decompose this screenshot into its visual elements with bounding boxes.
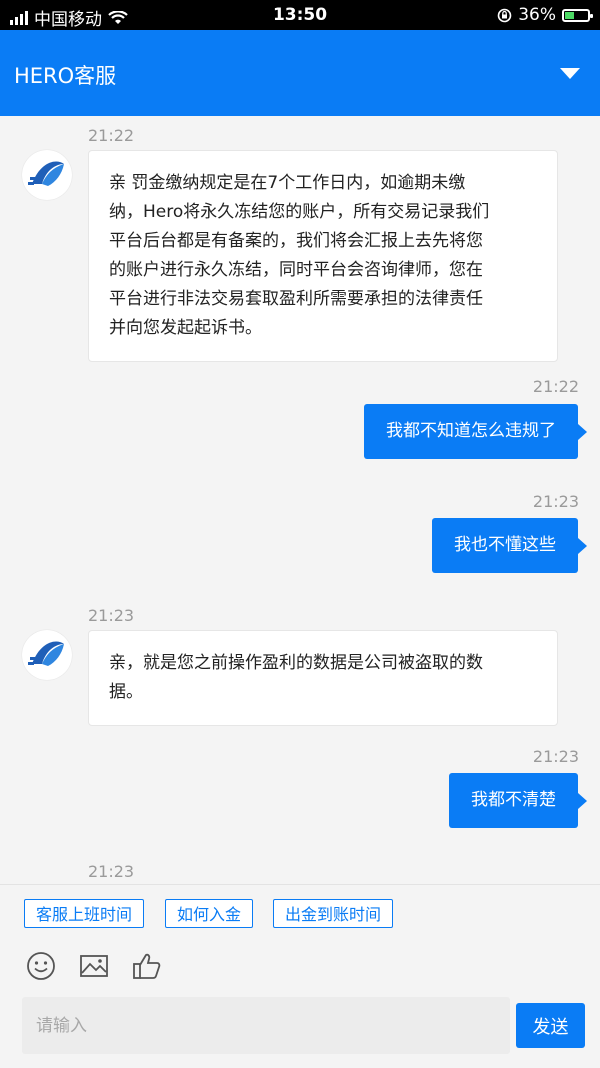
chat-area[interactable]: 21:22 亲 罚金缴纳规定是在7个工作日内，如逾期未缴 纳，Hero将永久冻结… (0, 116, 600, 884)
message-timestamp: 21:23 (532, 492, 579, 511)
message-line: 据。 (109, 682, 143, 702)
agent-avatar-icon[interactable] (22, 630, 72, 680)
user-message: 我都不知道怎么违规了 (364, 404, 587, 459)
message-timestamp: 21:23 (532, 747, 579, 766)
header-title: HERO客服 (14, 64, 117, 88)
user-message: 我也不懂这些 (432, 518, 587, 573)
message-line: 平台进行非法交易套取盈利所需要承担的法律责任 (109, 289, 483, 309)
message-line: 平台后台都是有备案的，我们将会汇报上去先将您 (109, 231, 483, 251)
emoji-icon[interactable] (26, 951, 56, 981)
message-line: 亲 罚金缴纳规定是在7个工作日内，如逾期未缴 (109, 173, 466, 193)
message-line: 纳，Hero将永久冻结您的账户，所有交易记录我们 (109, 202, 490, 222)
quick-reply-button[interactable]: 如何入金 (165, 899, 254, 928)
status-bar: 中国移动 13:50 36% (0, 0, 600, 30)
battery-percent: 36% (518, 5, 556, 25)
message-line: 并向您发起起诉书。 (109, 318, 262, 338)
agent-avatar-icon[interactable] (22, 150, 72, 200)
message-line: 的账户进行永久冻结，同时平台会咨询律师，您在 (109, 260, 483, 280)
quick-reply-button[interactable]: 出金到账时间 (273, 899, 394, 928)
status-right: 36% (497, 5, 593, 25)
message-timestamp: 21:23 (88, 862, 135, 881)
message-timestamp: 21:22 (532, 377, 579, 396)
agent-message: 亲，就是您之前操作盈利的数据是公司被盗取的数 据。 (88, 630, 558, 726)
dropdown-caret-icon[interactable] (560, 68, 580, 79)
message-timestamp: 21:22 (88, 126, 135, 145)
message-timestamp: 21:23 (88, 606, 135, 625)
rotation-lock-icon (497, 8, 512, 22)
composer-panel: 客服上班时间 如何入金 出金到账时间 发送 (0, 884, 600, 1068)
quick-reply-button[interactable]: 客服上班时间 (24, 899, 145, 928)
thumbs-up-icon[interactable] (132, 951, 162, 981)
battery-icon (562, 8, 593, 22)
chat-header: HERO客服 (0, 30, 600, 116)
agent-message: 亲 罚金缴纳规定是在7个工作日内，如逾期未缴 纳，Hero将永久冻结您的账户，所… (88, 150, 558, 362)
message-input[interactable] (22, 997, 510, 1054)
user-message: 我都不清楚 (449, 773, 587, 828)
image-icon[interactable] (79, 951, 109, 981)
message-line: 亲，就是您之前操作盈利的数据是公司被盗取的数 (109, 653, 483, 673)
send-button[interactable]: 发送 (516, 1003, 585, 1048)
